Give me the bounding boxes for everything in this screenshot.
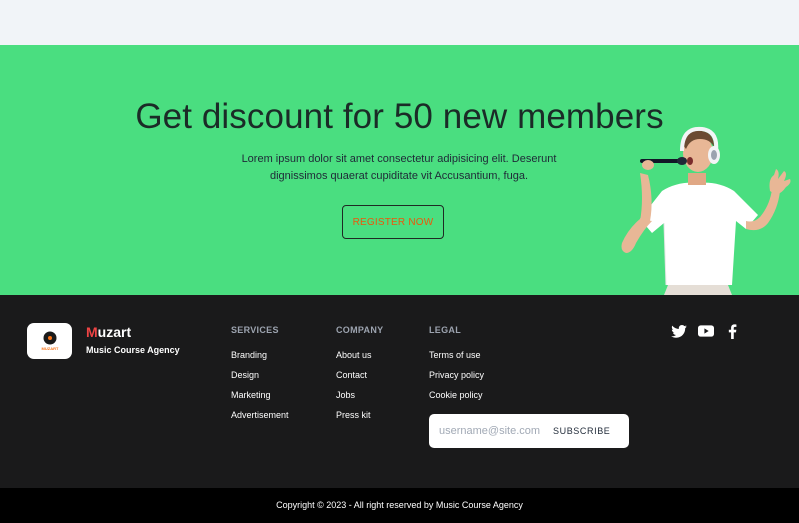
footer-link-cookie-policy[interactable]: Cookie policy — [429, 390, 484, 410]
legal-heading: LEGAL — [429, 325, 461, 335]
footer-link-advertisement[interactable]: Advertisement — [231, 410, 289, 430]
footer-link-marketing[interactable]: Marketing — [231, 390, 289, 410]
copyright-bar: Copyright © 2023 - All right reserved by… — [0, 488, 799, 523]
brand-logo[interactable]: MUZART — [27, 323, 72, 359]
top-strip — [0, 0, 799, 45]
services-column: SERVICES Branding Design Marketing Adver… — [231, 325, 289, 430]
footer-link-press-kit[interactable]: Press kit — [336, 410, 383, 430]
youtube-icon[interactable] — [697, 323, 714, 339]
site-footer: MUZART Muzart Music Course Agency SERVIC… — [0, 295, 799, 488]
footer-link-jobs[interactable]: Jobs — [336, 390, 383, 410]
register-now-button[interactable]: REGISTER NOW — [342, 205, 444, 239]
legal-column: LEGAL Terms of use Privacy policy Cookie… — [429, 325, 484, 410]
brand-tagline: Music Course Agency — [86, 345, 180, 355]
company-heading: COMPANY — [336, 325, 384, 335]
singer-illustration — [621, 126, 791, 295]
promo-banner: Get discount for 50 new members Lorem ip… — [0, 45, 799, 295]
facebook-icon[interactable] — [726, 323, 738, 339]
brand-name: Muzart — [86, 324, 132, 340]
footer-link-design[interactable]: Design — [231, 370, 289, 390]
company-column: COMPANY About us Contact Jobs Press kit — [336, 325, 383, 430]
promo-description: Lorem ipsum dolor sit amet consectetur a… — [241, 153, 557, 182]
footer-link-about-us[interactable]: About us — [336, 350, 383, 370]
subscribe-form: SUBSCRIBE — [429, 414, 629, 448]
footer-link-branding[interactable]: Branding — [231, 350, 289, 370]
subscribe-button[interactable]: SUBSCRIBE — [553, 421, 610, 441]
footer-link-terms-of-use[interactable]: Terms of use — [429, 350, 484, 370]
twitter-icon[interactable] — [670, 323, 687, 339]
svg-text:MUZART: MUZART — [41, 346, 58, 351]
services-heading: SERVICES — [231, 325, 279, 335]
footer-link-contact[interactable]: Contact — [336, 370, 383, 390]
footer-link-privacy-policy[interactable]: Privacy policy — [429, 370, 484, 390]
email-input[interactable] — [439, 423, 551, 439]
vinyl-record-icon: MUZART — [41, 331, 58, 351]
